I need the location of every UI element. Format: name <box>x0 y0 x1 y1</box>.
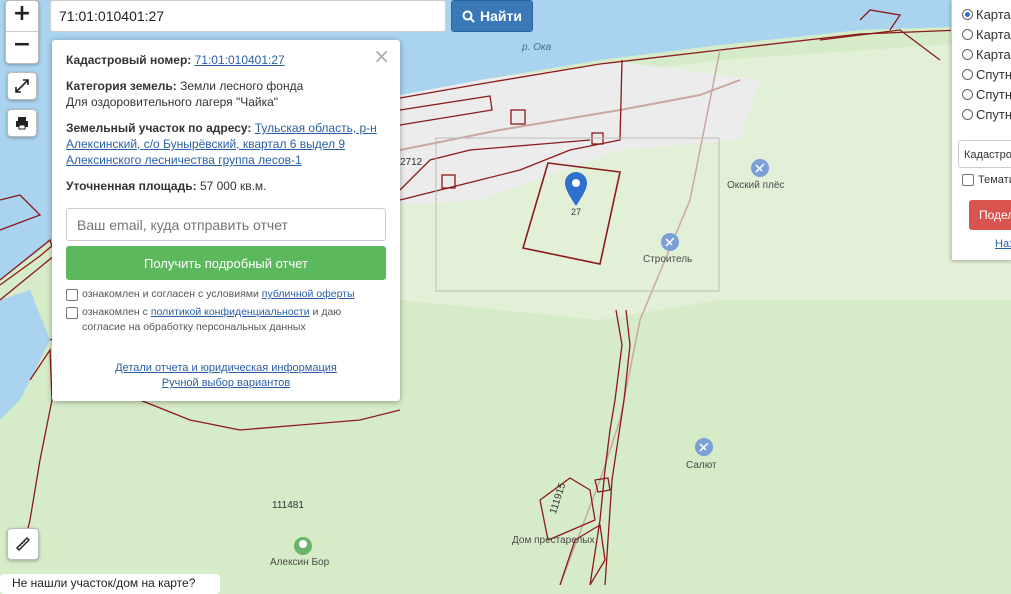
print-icon <box>16 117 28 130</box>
parcel-label-111481: 111481 <box>272 500 304 511</box>
parcel-label-2712: 2712 <box>400 157 423 168</box>
search-input[interactable]: 71:01:010401:27 <box>50 0 446 32</box>
category-value: Земли лесного фонда <box>180 79 304 93</box>
radio-icon <box>962 69 973 80</box>
zoom-out-button[interactable]: − <box>6 32 38 62</box>
ruler-icon <box>16 537 30 551</box>
email-field[interactable] <box>66 208 386 241</box>
get-report-button[interactable]: Получить подробный отчет <box>66 246 386 280</box>
layer-radio-5[interactable]: Спутник <box>962 87 1011 102</box>
poi-label-oksky-ples[interactable]: Окский плёс <box>727 180 784 191</box>
radio-icon <box>962 109 973 120</box>
parcel-number-label: 27 <box>571 207 582 217</box>
layer-radio-2[interactable]: Карта <box>962 27 1011 42</box>
poi-label-stroitel[interactable]: Строитель <box>643 254 692 265</box>
poi-icon[interactable] <box>695 438 713 456</box>
thematic-toggle[interactable]: Тематические <box>962 174 1011 186</box>
radio-icon <box>962 9 973 20</box>
offer-consent: ознакомлен и согласен с условиями публич… <box>66 287 386 302</box>
category-row: Категория земель: Земли лесного фонда Дл… <box>66 79 304 109</box>
not-found-prompt[interactable]: Не нашли участок/дом на карте? <box>0 574 220 594</box>
print-button[interactable] <box>7 109 37 137</box>
privacy-consent: ознакомлен с политикой конфиденциальност… <box>66 305 386 335</box>
poi-icon[interactable] <box>751 159 769 177</box>
category-use: Для оздоровительного лагеря "Чайка" <box>66 95 279 109</box>
popup-links: Детали отчета и юридическая информация Р… <box>66 361 386 391</box>
zoom-control: + − <box>5 0 39 64</box>
address-row: Земельный участок по адресу: Тульская об… <box>66 121 377 167</box>
parcel-info-popup: × Кадастровый номер: 71:01:010401:27 Кат… <box>52 40 400 401</box>
find-button[interactable]: Найти <box>451 0 533 32</box>
privacy-link[interactable]: политикой конфиденциальности <box>151 306 310 318</box>
zoom-in-button[interactable]: + <box>6 1 38 32</box>
layers-panel: Карта Карта Карта Спутник Спутник Спутни… <box>951 0 1011 260</box>
radio-icon <box>962 49 973 60</box>
ruler-button[interactable] <box>7 528 39 560</box>
cadastral-number-link[interactable]: 71:01:010401:27 <box>195 53 285 67</box>
river-label: р. Ока <box>522 42 552 53</box>
poi-label-aleksin-bor[interactable]: Алексин Бор <box>270 557 329 568</box>
poi-icon[interactable] <box>661 233 679 251</box>
report-details-link[interactable]: Детали отчета и юридическая информация <box>115 362 337 374</box>
layer-select[interactable]: Кадастровый <box>958 140 1011 168</box>
search-icon <box>462 10 475 23</box>
area-row: Уточненная площадь: 57 000 кв.м. <box>66 179 267 193</box>
panel-link[interactable]: Назад <box>995 238 1011 250</box>
share-button[interactable]: Поделиться <box>969 200 1011 230</box>
cadastral-row: Кадастровый номер: 71:01:010401:27 <box>66 53 285 67</box>
layer-radio-4[interactable]: Спутник <box>962 67 1011 82</box>
poi-label-salyut[interactable]: Салют <box>686 460 717 471</box>
poi-icon[interactable] <box>294 537 312 555</box>
offer-link[interactable]: публичной оферты <box>262 288 355 300</box>
poi-label-dom-prestarelykh[interactable]: Дом престарелых <box>512 535 594 546</box>
layer-radio-1[interactable]: Карта <box>962 7 1011 22</box>
layer-radio-3[interactable]: Карта <box>962 47 1011 62</box>
privacy-checkbox[interactable] <box>66 307 78 319</box>
fullscreen-button[interactable] <box>7 72 37 100</box>
thematic-checkbox[interactable] <box>962 174 974 186</box>
radio-icon <box>962 89 973 100</box>
close-icon[interactable]: × <box>373 44 390 68</box>
offer-checkbox[interactable] <box>66 289 78 301</box>
layer-radio-6[interactable]: Спутник <box>962 107 1011 122</box>
area-value: 57 000 кв.м. <box>199 179 267 193</box>
expand-icon <box>15 79 29 93</box>
radio-icon <box>962 29 973 40</box>
manual-select-link[interactable]: Ручной выбор вариантов <box>162 377 290 389</box>
